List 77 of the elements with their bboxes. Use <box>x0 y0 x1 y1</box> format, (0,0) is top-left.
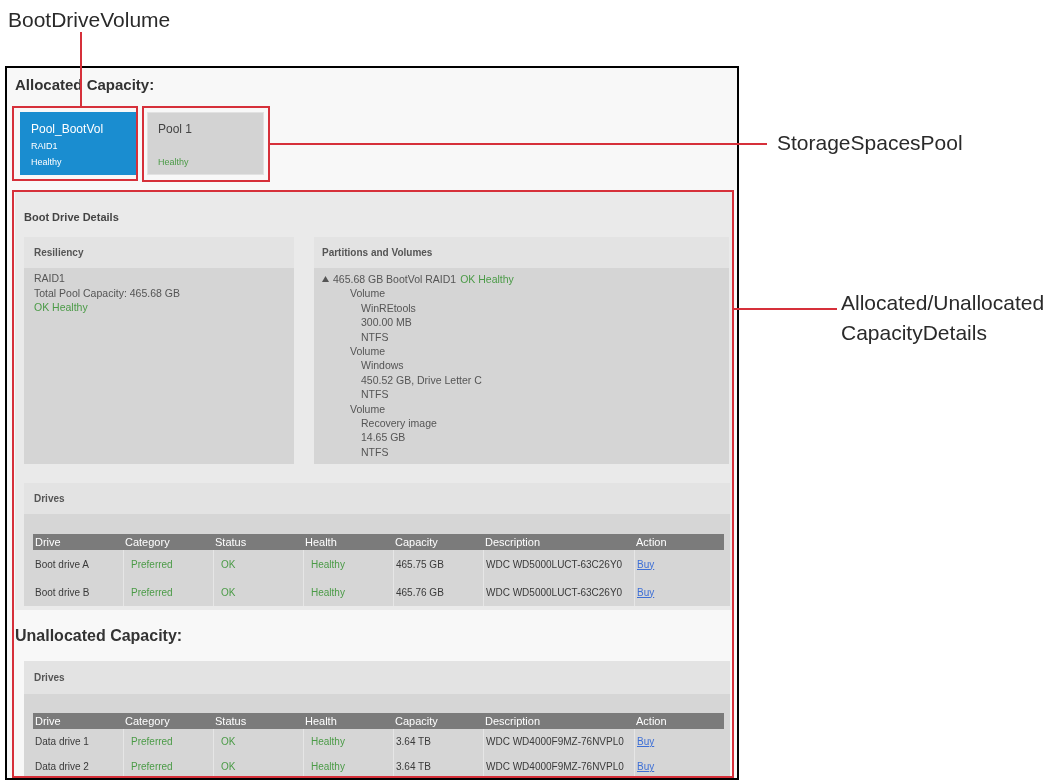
column-header: Category <box>124 535 171 549</box>
panel-title: Resiliency <box>34 246 84 260</box>
table-cell-text: Healthy <box>311 557 345 572</box>
panel-title: Partitions and Volumes <box>322 246 433 260</box>
tree-item-text: Volume <box>350 343 386 359</box>
table-cell-text: Healthy <box>311 585 345 600</box>
table-cell-text: Preferred <box>131 735 173 749</box>
status-text: OK Healthy <box>34 300 88 315</box>
table-cell-text: Preferred <box>131 760 173 774</box>
pool-name: Pool 1 <box>158 122 193 136</box>
pool-card[interactable]: Pool 1 Healthy <box>147 112 264 175</box>
buy-link[interactable]: Buy <box>637 556 655 572</box>
panel-title: Boot Drive Details <box>24 211 119 223</box>
tree-item-text: NTFS <box>361 329 389 344</box>
table-cell-text: 3.64 TB <box>396 760 431 774</box>
tree-item-text: NTFS <box>361 444 389 460</box>
table-cell-text: Boot drive A <box>35 557 89 572</box>
callout-label: Allocated/Unallocated CapacityDetails <box>841 290 1046 346</box>
pool-card[interactable]: Pool_BootVol RAID1 Healthy <box>20 112 137 175</box>
table-cell-text: OK <box>221 585 236 600</box>
tree-item-text: 450.52 GB, Drive Letter C <box>361 372 482 388</box>
table-cell-text: OK <box>221 760 236 774</box>
table-cell-text: Healthy <box>311 760 345 774</box>
table-cell-text: WDC WD5000LUCT-63C26Y0 <box>486 585 623 600</box>
column-header: Action <box>635 535 668 549</box>
column-header: Capacity <box>394 714 439 728</box>
column-header: Action <box>635 714 668 728</box>
table-cell-text: OK <box>221 557 236 572</box>
tree-item-text: WinREtools <box>361 300 416 316</box>
tree-item-text: NTFS <box>361 387 389 402</box>
caret-up-icon[interactable] <box>322 276 329 283</box>
buy-link[interactable]: Buy <box>637 584 655 600</box>
panel-title: Drives <box>34 671 65 685</box>
column-header: Category <box>124 714 171 728</box>
tree-item-text: 300.00 MB <box>361 315 412 330</box>
column-header: Health <box>304 535 338 549</box>
column-header: Status <box>214 535 248 549</box>
section-heading: Allocated Capacity: <box>15 75 155 95</box>
detail-text: RAID1 <box>34 271 65 286</box>
section-heading: Unallocated Capacity: <box>15 626 183 646</box>
table-cell-text: 465.75 GB <box>396 557 444 572</box>
table-cell-text: 465.76 GB <box>396 585 444 600</box>
column-header: Status <box>214 714 248 728</box>
tree-item-text: Volume <box>350 401 386 416</box>
column-header: Drive <box>34 714 62 728</box>
table-cell-text: Healthy <box>311 735 345 749</box>
tree-item-text: Recovery image <box>361 415 437 431</box>
buy-link[interactable]: Buy <box>637 759 655 774</box>
table-cell-text: Data drive 1 <box>35 735 89 749</box>
table-cell-text: WDC WD4000F9MZ-76NVPL0 <box>486 760 624 774</box>
table-cell-text: Boot drive B <box>35 585 90 600</box>
column-header: Capacity <box>394 535 439 549</box>
table-cell-text: OK <box>221 735 236 749</box>
table-cell-text: Preferred <box>131 557 173 572</box>
table-cell-text: Preferred <box>131 585 173 600</box>
pool-name: Pool_BootVol <box>31 122 104 136</box>
column-header: Drive <box>34 535 62 549</box>
table-cell-text: WDC WD5000LUCT-63C26Y0 <box>486 557 623 572</box>
pool-raid-level: RAID1 <box>31 141 58 152</box>
panel-title: Drives <box>34 492 65 506</box>
callout-label: StorageSpacesPool <box>777 130 963 156</box>
tree-item-text: Volume <box>350 286 386 301</box>
column-header: Description <box>484 535 542 549</box>
callout-label: BootDriveVolume <box>8 7 171 33</box>
table-cell-text: 3.64 TB <box>396 735 431 749</box>
pool-health: Healthy <box>31 157 62 168</box>
pool-health: Healthy <box>158 157 189 168</box>
tree-item-text: 14.65 GB <box>361 430 406 445</box>
column-header: Health <box>304 714 338 728</box>
tree-item-text: Windows <box>361 358 404 373</box>
status-text: OK Healthy <box>460 272 514 287</box>
tree-item-text: 465.68 GB BootVol RAID1 <box>333 272 457 287</box>
table-cell-text: Data drive 2 <box>35 760 89 774</box>
column-header: Description <box>484 714 542 728</box>
buy-link[interactable]: Buy <box>637 734 655 749</box>
table-cell-text: WDC WD4000F9MZ-76NVPL0 <box>486 735 624 749</box>
detail-text: Total Pool Capacity: 465.68 GB <box>34 285 180 300</box>
